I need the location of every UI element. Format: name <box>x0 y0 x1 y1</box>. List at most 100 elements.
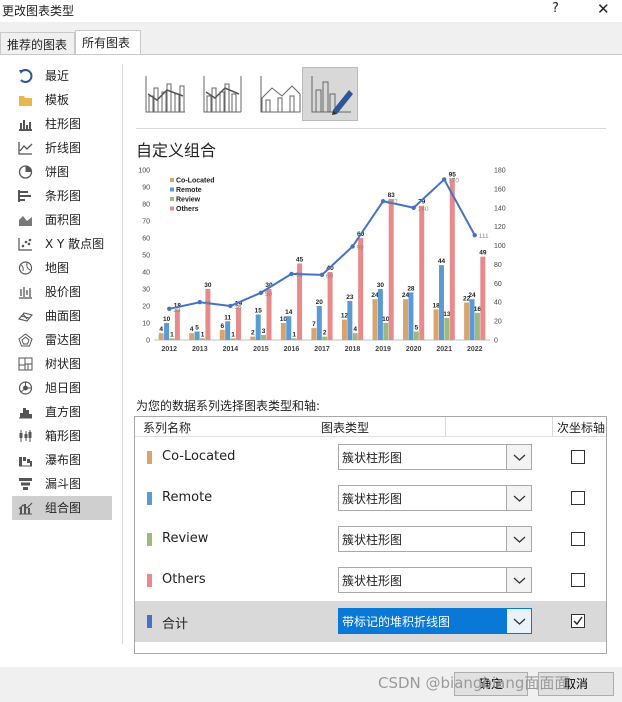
y2-tick-label: 100 <box>494 243 506 250</box>
line-marker <box>258 290 264 295</box>
data-label: 16 <box>474 306 482 313</box>
y-tick-label: 100 <box>138 168 150 175</box>
custom-combo-icon <box>311 76 353 115</box>
bar <box>261 334 267 340</box>
sidebar-item-label: 股价图 <box>45 285 82 299</box>
chart-type-select[interactable]: 簇状柱形图 <box>338 567 532 593</box>
sidebar-item-label: 模板 <box>45 93 70 107</box>
sidebar-item-sunburst[interactable]: 旭日图 <box>12 376 112 400</box>
data-label: 6 <box>220 323 224 330</box>
tab-all-charts[interactable]: 所有图表 <box>75 30 141 54</box>
sidebar-item-templates[interactable]: 模板 <box>12 88 112 112</box>
sidebar-item-pie[interactable]: 饼图 <box>12 160 112 184</box>
subtype-stacked-area-column[interactable] <box>251 67 307 121</box>
sidebar-item-radar[interactable]: 雷达图 <box>12 328 112 352</box>
sidebar-item-box-whisker[interactable]: 箱形图 <box>12 424 112 448</box>
close-button[interactable]: ✕ <box>597 0 610 18</box>
bar <box>341 319 347 340</box>
sidebar-item-column[interactable]: 柱形图 <box>12 112 112 136</box>
line-marker <box>228 303 233 309</box>
sidebar-item-line[interactable]: 折线图 <box>12 136 112 160</box>
data-label: 10 <box>382 316 390 323</box>
sidebar-item-bar[interactable]: 条形图 <box>12 184 112 208</box>
line-data-label: 70 <box>295 272 303 279</box>
bar <box>474 312 480 340</box>
y-tick-label: 60 <box>142 236 150 243</box>
y2-tick-label: 40 <box>494 300 502 307</box>
data-label: 24 <box>468 292 476 299</box>
sidebar-item-label: 折线图 <box>45 141 82 155</box>
bar <box>219 329 225 340</box>
series-name: 合计 <box>162 617 189 632</box>
sidebar-item-funnel[interactable]: 漏斗图 <box>12 472 112 496</box>
subtype-custom-combo[interactable] <box>302 67 358 121</box>
legend-entry: Review <box>176 197 201 204</box>
data-label: 1 <box>231 331 235 338</box>
chart-type-select[interactable]: 簇状柱形图 <box>338 485 532 511</box>
data-label: 83 <box>388 192 396 199</box>
sidebar-item-waterfall[interactable]: 瀑布图 <box>12 448 112 472</box>
series-row-others: Others 簇状柱形图 <box>135 560 606 601</box>
line-marker <box>441 177 447 182</box>
x-tick-label: 2014 <box>223 346 239 353</box>
chart-type-select[interactable]: 簇状柱形图 <box>338 526 532 552</box>
sidebar-item-recent[interactable]: 最近 <box>12 64 112 88</box>
sidebar-item-map[interactable]: 地图 <box>12 256 112 280</box>
chart-type-value: 簇状柱形图 <box>342 451 403 465</box>
data-label: 44 <box>438 258 446 265</box>
map-chart-icon <box>18 261 33 275</box>
bar <box>372 299 378 340</box>
line-marker <box>380 198 386 204</box>
data-label: 10 <box>280 316 288 323</box>
data-label: 23 <box>346 294 354 301</box>
watermark: CSDN @biangbiang面面面 <box>378 674 570 692</box>
sidebar-item-label: 箱形图 <box>45 429 82 443</box>
data-label: 11 <box>224 314 231 321</box>
secondary-axis-checkbox[interactable] <box>571 491 585 505</box>
line-marker <box>167 306 172 312</box>
combo-column-line-icon <box>145 76 185 113</box>
dropdown-button[interactable] <box>506 445 531 469</box>
y2-tick-label: 80 <box>494 262 502 269</box>
subtype-clustered-column-line[interactable] <box>136 67 192 121</box>
line-data-label: 36 <box>234 304 242 311</box>
x-tick-label: 2022 <box>467 346 483 353</box>
data-label: 20 <box>316 299 324 306</box>
sidebar-item-area[interactable]: 面积图 <box>12 208 112 232</box>
y-tick-label: 40 <box>142 270 150 277</box>
sidebar-item-scatter[interactable]: X Y 散点图 <box>12 232 112 256</box>
sidebar-item-stock[interactable]: 股价图 <box>12 280 112 304</box>
title-bar: 更改图表类型 ? ✕ <box>0 0 622 22</box>
tab-recommended-charts[interactable]: 推荐的图表 <box>0 32 75 54</box>
secondary-axis-checkbox[interactable] <box>571 450 585 464</box>
sidebar-item-combo[interactable]: 组合图 <box>12 496 112 520</box>
x-tick-label: 2015 <box>253 346 269 353</box>
chart-type-select[interactable]: 带标记的堆积折线图 <box>338 608 532 634</box>
series-table: 系列名称 图表类型 次坐标轴 Co-Located 簇状柱形图 Remote 簇… <box>134 416 607 654</box>
surface-chart-icon <box>18 312 33 322</box>
sidebar-item-treemap[interactable]: 树状图 <box>12 352 112 376</box>
help-button[interactable]: ? <box>552 1 559 16</box>
bar <box>174 309 180 340</box>
secondary-axis-checkbox[interactable] <box>571 532 585 546</box>
dropdown-button[interactable] <box>506 527 531 551</box>
subtype-clustered-column-line-secondary[interactable] <box>194 67 250 121</box>
chevron-down-icon <box>513 618 526 625</box>
dropdown-button[interactable] <box>506 609 531 633</box>
sidebar-item-label: 条形图 <box>45 189 82 203</box>
sidebar-item-surface[interactable]: 曲面图 <box>12 304 112 328</box>
area-chart-icon <box>19 216 32 226</box>
bar <box>291 338 297 340</box>
dropdown-button[interactable] <box>506 486 531 510</box>
chart-type-value: 带标记的堆积折线图 <box>342 615 451 629</box>
sidebar-item-label: 旭日图 <box>45 381 82 395</box>
chart-type-select[interactable]: 簇状柱形图 <box>338 444 532 470</box>
column-header-secondary-axis: 次坐标轴 <box>557 421 606 435</box>
secondary-axis-checkbox[interactable] <box>571 614 585 628</box>
dropdown-button[interactable] <box>506 568 531 592</box>
sidebar-item-histogram[interactable]: 直方图 <box>12 400 112 424</box>
secondary-axis-checkbox[interactable] <box>571 573 585 587</box>
x-tick-label: 2021 <box>436 346 452 353</box>
legend-entry: Others <box>176 206 199 213</box>
treemap-chart-icon <box>18 357 33 371</box>
